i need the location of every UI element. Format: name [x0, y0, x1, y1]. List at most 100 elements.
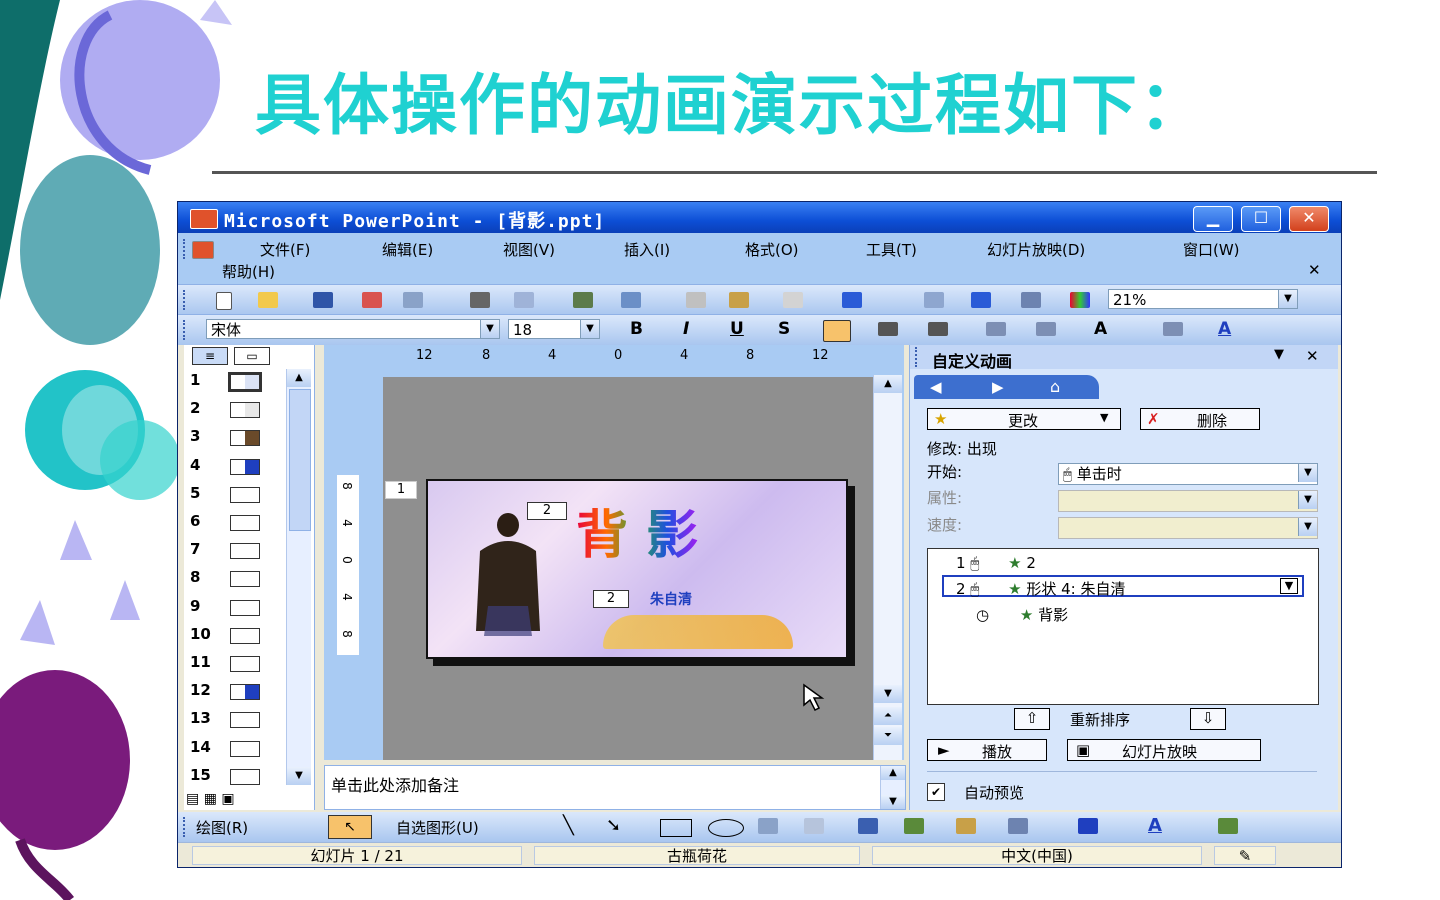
- powerpoint-app-icon[interactable]: [190, 209, 218, 229]
- menu-grip[interactable]: [183, 239, 188, 259]
- slide-thumbnail-14[interactable]: 14: [190, 736, 300, 760]
- line-color-icon[interactable]: [1078, 818, 1098, 834]
- permission-icon[interactable]: [362, 292, 382, 308]
- slide-thumbnail-10[interactable]: 10: [190, 623, 300, 647]
- font-select[interactable]: 宋体 ▼: [206, 319, 500, 339]
- slide-thumbnail-13[interactable]: 13: [190, 707, 300, 731]
- document-icon[interactable]: [192, 241, 214, 259]
- animation-item-1[interactable]: 1 🖱 ★ 2: [956, 554, 1036, 572]
- slide-thumbnail-12[interactable]: 12: [190, 679, 300, 703]
- play-button[interactable]: ► 播放: [927, 739, 1047, 761]
- underline-button[interactable]: U: [730, 319, 744, 339]
- font-color-button[interactable]: A: [1218, 319, 1231, 339]
- zoom-select[interactable]: 21% ▼: [1108, 289, 1298, 309]
- undo-icon[interactable]: [842, 292, 862, 308]
- font-size-select[interactable]: 18 ▼: [508, 319, 600, 339]
- autoshapes-menu[interactable]: 自选图形(U): [396, 817, 479, 838]
- slide-thumbnail-1[interactable]: 1: [190, 369, 300, 393]
- menu-view[interactable]: 视图(V): [503, 239, 555, 260]
- home-icon[interactable]: ⌂: [1050, 377, 1060, 396]
- expand-all-icon[interactable]: [924, 292, 944, 308]
- tab-slides[interactable]: ▭: [234, 347, 270, 365]
- spelling-icon[interactable]: [573, 292, 593, 308]
- open-icon[interactable]: [258, 292, 278, 308]
- tab-outline[interactable]: ≡: [192, 347, 228, 365]
- menu-tools[interactable]: 工具(T): [866, 239, 917, 260]
- slide-thumbnail-7[interactable]: 7: [190, 538, 300, 562]
- paste-icon[interactable]: [729, 292, 749, 308]
- chevron-down-icon[interactable]: ▼: [580, 320, 599, 338]
- remove-effect-button[interactable]: ✗ 删除: [1140, 408, 1260, 430]
- email-icon[interactable]: [403, 292, 423, 308]
- grid-icon[interactable]: [1021, 292, 1041, 308]
- pane-grip[interactable]: [915, 347, 920, 367]
- editor-scrollbar[interactable]: ▲ ▼ ⏶ ⏷: [873, 375, 902, 760]
- color-grayscale-icon[interactable]: [1070, 292, 1090, 308]
- slide-thumbnail-8[interactable]: 8: [190, 566, 300, 590]
- slide-thumbnail-2[interactable]: 2: [190, 397, 300, 421]
- research-icon[interactable]: [621, 292, 641, 308]
- menu-insert[interactable]: 插入(I): [624, 239, 670, 260]
- menu-file[interactable]: 文件(F): [260, 239, 310, 260]
- scroll-down-icon[interactable]: ▼: [881, 795, 905, 809]
- normal-view-icon[interactable]: ▤: [186, 791, 199, 807]
- slide-thumbnail-11[interactable]: 11: [190, 651, 300, 675]
- toolbar-grip[interactable]: [183, 290, 188, 310]
- chevron-down-icon[interactable]: ▼: [480, 320, 499, 338]
- draw-menu[interactable]: 绘图(R): [196, 817, 248, 838]
- menu-slideshow[interactable]: 幻灯片放映(D): [987, 239, 1085, 260]
- slides-scrollbar[interactable]: ▲ ▼: [286, 369, 311, 785]
- slideshow-view-icon[interactable]: ▣: [221, 791, 234, 807]
- line-icon[interactable]: ╲: [563, 815, 574, 836]
- bold-button[interactable]: B: [630, 319, 643, 339]
- forward-icon[interactable]: ▶: [992, 378, 1004, 396]
- align-left-icon[interactable]: [823, 320, 851, 342]
- new-icon[interactable]: [216, 292, 232, 310]
- format-painter-icon[interactable]: [783, 292, 803, 308]
- slide-thumbnail-6[interactable]: 6: [190, 510, 300, 534]
- previous-slide-icon[interactable]: ⏶: [874, 707, 902, 725]
- close-button[interactable]: ✕: [1289, 206, 1329, 232]
- wordart-icon[interactable]: [804, 818, 824, 834]
- slide-thumbnail-9[interactable]: 9: [190, 595, 300, 619]
- clipart-icon[interactable]: [904, 818, 924, 834]
- window-titlebar[interactable]: Microsoft PowerPoint - [背影.ppt] ▁ ☐ ✕: [178, 202, 1341, 233]
- increase-font-button[interactable]: A: [1094, 319, 1107, 339]
- align-right-icon[interactable]: [928, 322, 948, 336]
- slideshow-button[interactable]: ▣ 幻灯片放映: [1067, 739, 1261, 761]
- scroll-up-icon[interactable]: ▲: [287, 369, 311, 387]
- chevron-down-icon[interactable]: ▼: [1278, 290, 1297, 308]
- diagram-icon[interactable]: [858, 818, 878, 834]
- menu-format[interactable]: 格式(O): [745, 239, 799, 260]
- back-icon[interactable]: ◀: [930, 378, 942, 396]
- menu-window[interactable]: 窗口(W): [1183, 239, 1240, 260]
- rectangle-icon[interactable]: [660, 819, 692, 837]
- increase-indent-icon[interactable]: [1163, 322, 1183, 336]
- autopreview-checkbox[interactable]: ✔: [927, 783, 945, 801]
- chevron-down-icon[interactable]: ▼: [1298, 464, 1317, 482]
- select-objects-icon[interactable]: ↖: [328, 815, 372, 839]
- picture-icon[interactable]: [956, 818, 976, 834]
- textbox-icon[interactable]: [758, 818, 778, 834]
- fill-color-icon[interactable]: [1008, 818, 1028, 834]
- save-icon[interactable]: [313, 292, 333, 308]
- scroll-down-icon[interactable]: ▼: [287, 767, 311, 785]
- notes-scrollbar[interactable]: ▲ ▼: [880, 766, 905, 809]
- arrow-icon[interactable]: ➘: [606, 815, 621, 836]
- print-icon[interactable]: [470, 292, 490, 308]
- scroll-up-icon[interactable]: ▲: [874, 375, 902, 393]
- chevron-down-icon[interactable]: ▼: [1280, 578, 1298, 594]
- chevron-down-icon[interactable]: ▼: [1298, 518, 1317, 536]
- animation-item-2[interactable]: 2 🖱 ★ 形状 4: 朱自清 ▼: [942, 575, 1304, 598]
- slide-preview[interactable]: 2 背 影 2 朱自清: [426, 479, 848, 659]
- animation-item-3[interactable]: ◷ ★ 背影: [976, 604, 1068, 625]
- notes-pane[interactable]: 单击此处添加备注 ▲ ▼: [324, 765, 906, 810]
- show-formatting-icon[interactable]: [971, 292, 991, 308]
- start-select[interactable]: 🖱 单击时 ▼: [1058, 463, 1318, 485]
- shadow-button[interactable]: S: [778, 319, 790, 339]
- align-center-icon[interactable]: [878, 322, 898, 336]
- scroll-up-icon[interactable]: ▲: [881, 766, 905, 780]
- scroll-thumb[interactable]: [289, 389, 311, 531]
- move-down-button[interactable]: ⇩: [1190, 708, 1226, 730]
- move-up-button[interactable]: ⇧: [1014, 708, 1050, 730]
